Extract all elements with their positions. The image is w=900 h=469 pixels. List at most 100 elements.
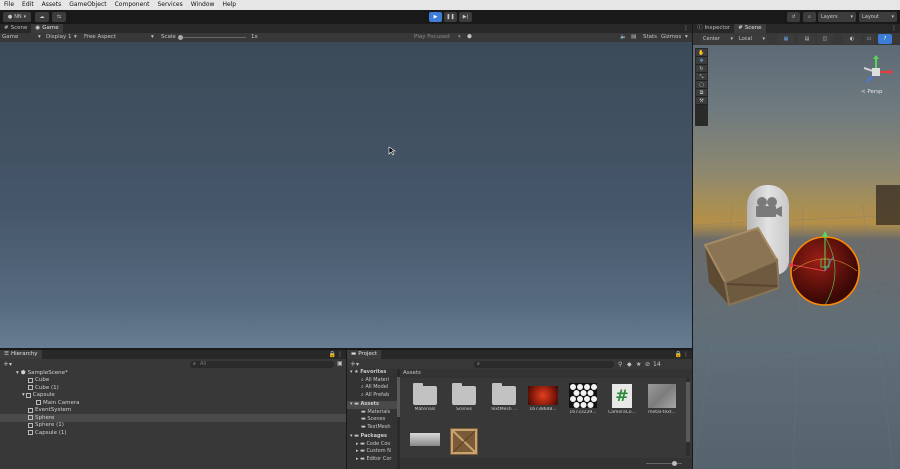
search-filter-icon[interactable]: ▣ [337, 360, 343, 367]
search-by-label-icon[interactable]: ◆ [627, 361, 632, 368]
selected-sphere-object[interactable] [785, 227, 865, 307]
hierarchy-item-capsule[interactable]: ▾ Capsule [0, 392, 346, 400]
tree-assets-scenes[interactable]: ▬ Scenes [347, 416, 399, 424]
layers-dropdown[interactable]: Layers ▾ [818, 12, 856, 22]
menu-services[interactable]: Services [157, 0, 182, 10]
pause-button[interactable]: ❚❚ [444, 12, 457, 22]
tree-packages[interactable]: ▾ ▬ Packages [347, 433, 399, 441]
menu-gameobject[interactable]: GameObject [69, 0, 106, 10]
cloud-button[interactable]: ☁ [35, 12, 49, 22]
tab-hierarchy[interactable]: ☰ Hierarchy [0, 350, 42, 359]
account-button[interactable]: ● NN ▾ [3, 12, 31, 22]
tree-pkg-custom[interactable]: ▸ ▬ Custom N [347, 448, 399, 456]
tree-pkg-code-coverage[interactable]: ▸ ▬ Code Cov [347, 441, 399, 449]
project-search-input[interactable]: ⌕ [474, 361, 614, 368]
asset-texture-hex[interactable]: 16733229... [565, 383, 601, 415]
history-button[interactable]: ↺ [787, 12, 800, 22]
scene-viewport[interactable]: ✋ ✥ ↻ ⤡ ▢ ⧉ ⚒ < Persp [693, 45, 900, 469]
assets-scrollbar[interactable] [686, 378, 690, 456]
help-button[interactable]: ? [878, 34, 892, 44]
shortcuts-icon[interactable]: ▤ [631, 33, 636, 42]
hierarchy-item-sphere-1[interactable]: Sphere (1) [0, 422, 346, 430]
unity-icon[interactable]: ⬢ [467, 33, 472, 42]
hierarchy-item-sphere[interactable]: Sphere [0, 414, 346, 422]
lock-icon[interactable]: 🔒 [675, 350, 682, 359]
display-dropdown[interactable]: Display 1 [46, 33, 72, 42]
create-asset-button[interactable]: + [350, 360, 356, 368]
more-options-icon[interactable]: ⋮ [337, 350, 343, 359]
hand-tool-icon[interactable]: ✋ [696, 49, 707, 57]
rect-tool-icon[interactable]: ▢ [696, 81, 707, 89]
tab-game[interactable]: ◉ Game [31, 24, 63, 33]
grid-snap-button[interactable]: ▦ [777, 34, 795, 44]
hidden-packages-icon[interactable]: ⊘ [645, 361, 650, 368]
render-2d-toggle[interactable]: ▭ [864, 34, 874, 44]
hierarchy-item-capsule-1[interactable]: Capsule (1) [0, 429, 346, 437]
tree-assets[interactable]: ▾ ▬ Assets [347, 401, 399, 409]
hierarchy-scene-row[interactable]: ▾ ⬢ SampleScene* [0, 369, 346, 377]
menu-component[interactable]: Component [115, 0, 150, 10]
rotate-tool-icon[interactable]: ↻ [696, 65, 707, 73]
menu-help[interactable]: Help [222, 0, 236, 10]
hierarchy-item-eventsystem[interactable]: EventSystem [0, 407, 346, 415]
scale-tool-icon[interactable]: ⤡ [696, 73, 707, 81]
game-mode-dropdown[interactable]: Game [2, 33, 18, 42]
layout-dropdown[interactable]: Layout ▾ [859, 12, 897, 22]
search-by-type-icon[interactable]: ⚲ [618, 361, 622, 368]
menu-window[interactable]: Window [191, 0, 215, 10]
asset-camera-script[interactable]: # CameraCo... [604, 384, 640, 415]
menu-assets[interactable]: Assets [42, 0, 62, 10]
add-object-button[interactable]: + [3, 360, 9, 368]
breadcrumb-assets[interactable]: Assets [403, 369, 421, 378]
hierarchy-item-cube-1[interactable]: Cube (1) [0, 384, 346, 392]
custom-tool-icon[interactable]: ⚒ [696, 97, 707, 105]
favorite-icon[interactable]: ★ [636, 361, 641, 368]
tree-fav-materials[interactable]: ⌕ All Materi [347, 377, 399, 385]
scale-slider[interactable] [178, 35, 246, 40]
space-dropdown[interactable]: Local ▾ [737, 34, 767, 44]
crate-object[interactable] [703, 220, 779, 306]
icon-size-slider[interactable] [646, 461, 682, 466]
menu-edit[interactable]: Edit [22, 0, 34, 10]
tab-project[interactable]: ▬ Project [347, 350, 382, 359]
more-options-icon[interactable]: ⋮ [891, 24, 897, 33]
camera-gizmo-icon[interactable] [753, 195, 783, 219]
tab-inspector[interactable]: ⓘ Inspector [693, 24, 734, 33]
move-tool-icon[interactable]: ✥ [696, 57, 707, 65]
snap-increment-button[interactable]: ▤ [798, 34, 816, 44]
game-viewport[interactable] [0, 42, 692, 348]
transform-tool-icon[interactable]: ⧉ [696, 89, 707, 97]
asset-texture-red[interactable]: 16738648... [525, 386, 561, 412]
play-focused-dropdown[interactable]: Play Focused [414, 33, 450, 42]
assets-scrollbar-thumb[interactable] [686, 382, 690, 442]
more-options-icon[interactable]: ⋮ [683, 350, 689, 359]
view-options-button[interactable]: ◫ [817, 34, 833, 44]
tree-assets-textmesh[interactable]: ▬ TextMesh [347, 424, 399, 432]
icon-size-slider-handle[interactable] [672, 461, 677, 466]
aspect-dropdown[interactable]: Free Aspect [84, 33, 116, 42]
menu-file[interactable]: File [4, 0, 14, 10]
asset-metal-texture[interactable]: metal-text... [644, 384, 680, 415]
stats-button[interactable]: Stats [643, 33, 657, 42]
asset-materials-folder[interactable]: Materials [407, 383, 443, 412]
tree-pkg-editor[interactable]: ▸ ▬ Editor Cor [347, 456, 399, 464]
hierarchy-item-cube[interactable]: Cube [0, 377, 346, 385]
search-button[interactable]: ⌕ [803, 12, 816, 22]
tree-fav-prefabs[interactable]: ⌕ All Prefab [347, 392, 399, 400]
step-button[interactable]: ▶| [459, 12, 472, 22]
asset-scenes-folder[interactable]: Scenes [446, 383, 482, 412]
asset-gradient-texture[interactable] [407, 433, 443, 448]
more-options-icon[interactable]: ⋮ [683, 24, 689, 33]
orientation-gizmo[interactable] [858, 55, 894, 89]
tree-fav-models[interactable]: ⌕ All Model [347, 384, 399, 392]
asset-crate-texture[interactable] [446, 428, 482, 457]
gizmos-dropdown[interactable]: Gizmos [661, 33, 681, 42]
tab-scene-view[interactable]: # Scene [734, 24, 766, 33]
collab-button[interactable]: ⇆ [52, 12, 66, 22]
scale-slider-handle[interactable] [178, 35, 183, 40]
tab-scene[interactable]: # Scene [0, 24, 31, 33]
play-button[interactable]: ▶ [429, 12, 442, 22]
asset-textmesh-folder[interactable]: TextMesh ... [486, 383, 522, 412]
projection-label[interactable]: < Persp [861, 89, 882, 95]
pivot-dropdown[interactable]: Center ▾ [701, 34, 735, 44]
